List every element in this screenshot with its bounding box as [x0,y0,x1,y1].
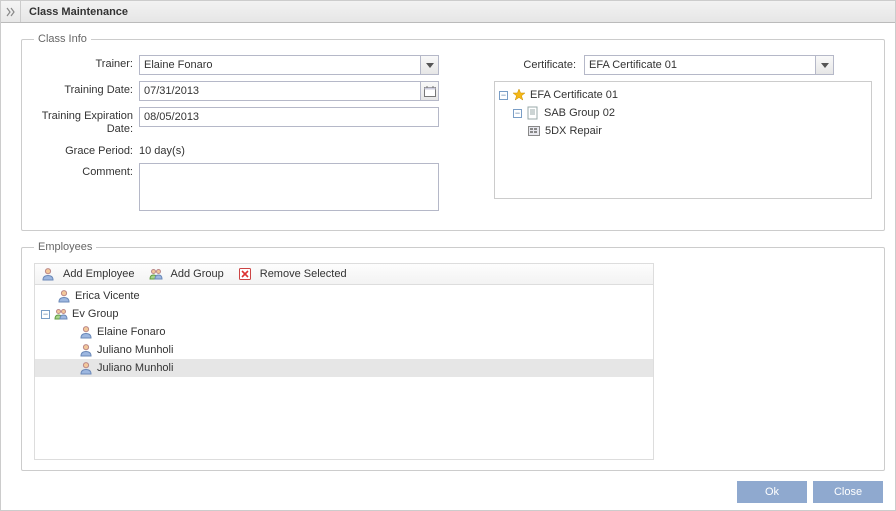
delete-icon [238,267,252,281]
employee-name: Juliano Munholi [97,362,173,374]
training-date-input[interactable]: 07/31/2013 [139,81,439,101]
certificate-label: Certificate: [494,59,584,71]
cert-tree-root[interactable]: − EFA Certificate 01 [499,86,867,104]
comment-textarea[interactable] [139,163,439,211]
certificate-tree[interactable]: − EFA Certificate 01 − SAB Group 02 5DX … [494,81,872,199]
window-title: Class Maintenance [21,6,128,18]
module-icon [527,124,541,138]
footer: Ok Close [1,474,895,510]
employee-row[interactable]: Juliano Munholi [35,341,653,359]
group-name: Ev Group [72,308,118,320]
expiry-label: Training Expiration Date: [34,107,139,136]
person-icon [79,361,93,375]
employee-row[interactable]: Erica Vicente [35,287,653,305]
grace-label: Grace Period: [34,142,139,157]
certificate-value: EFA Certificate 01 [589,59,677,71]
titlebar: Class Maintenance [1,1,895,23]
training-date-value: 07/31/2013 [144,85,199,97]
person-icon [79,343,93,357]
dropdown-icon [420,56,438,74]
collapse-icon[interactable]: − [513,109,522,118]
add-employee-label: Add Employee [63,268,135,280]
trainer-label: Trainer: [34,55,139,70]
employee-name: Juliano Munholi [97,344,173,356]
cert-root-label: EFA Certificate 01 [530,89,618,101]
star-icon [512,88,526,102]
document-icon [526,106,540,120]
trainer-value: Elaine Fonaro [144,59,213,71]
person-icon [79,325,93,339]
employees-tree[interactable]: Erica Vicente − Ev Group Elaine Fonaro J… [34,284,654,460]
employee-name: Erica Vicente [75,290,140,302]
person-icon [41,267,55,281]
dropdown-icon [815,56,833,74]
class-info-legend: Class Info [34,33,91,45]
employee-row[interactable]: Elaine Fonaro [35,323,653,341]
trainer-select[interactable]: Elaine Fonaro [139,55,439,75]
body: Class Info Trainer: Elaine Fonaro [1,23,895,474]
collapse-icon[interactable]: − [499,91,508,100]
group-icon [54,307,68,321]
training-date-label: Training Date: [34,81,139,96]
calendar-icon [420,82,438,100]
employees-legend: Employees [34,241,96,253]
person-icon [57,289,71,303]
class-info-fieldset: Class Info Trainer: Elaine Fonaro [21,33,885,231]
grace-value: 10 day(s) [139,142,464,157]
add-employee-button[interactable]: Add Employee [41,267,135,281]
expand-sidebar-button[interactable] [1,1,21,22]
employees-fieldset: Employees Add Employee Add Group Remove … [21,241,885,471]
collapse-icon[interactable]: − [41,310,50,319]
class-maintenance-window: Class Maintenance Class Info Trainer: El… [0,0,896,511]
comment-label: Comment: [34,163,139,178]
cert-tree-item[interactable]: 5DX Repair [527,122,867,140]
ok-button[interactable]: Ok [737,481,807,503]
cert-item-label: 5DX Repair [545,125,602,137]
employee-group-row[interactable]: − Ev Group [35,305,653,323]
cert-group-label: SAB Group 02 [544,107,615,119]
employee-row-selected[interactable]: Juliano Munholi [35,359,653,377]
expiry-input[interactable] [139,107,439,127]
chevron-right-icon [6,7,16,17]
cert-tree-group[interactable]: − SAB Group 02 [513,104,867,122]
group-icon [149,267,163,281]
employee-name: Elaine Fonaro [97,326,166,338]
employees-toolbar: Add Employee Add Group Remove Selected [34,263,654,284]
add-group-label: Add Group [171,268,224,280]
close-button[interactable]: Close [813,481,883,503]
remove-selected-button[interactable]: Remove Selected [238,267,347,281]
certificate-select[interactable]: EFA Certificate 01 [584,55,834,75]
remove-selected-label: Remove Selected [260,268,347,280]
add-group-button[interactable]: Add Group [149,267,224,281]
